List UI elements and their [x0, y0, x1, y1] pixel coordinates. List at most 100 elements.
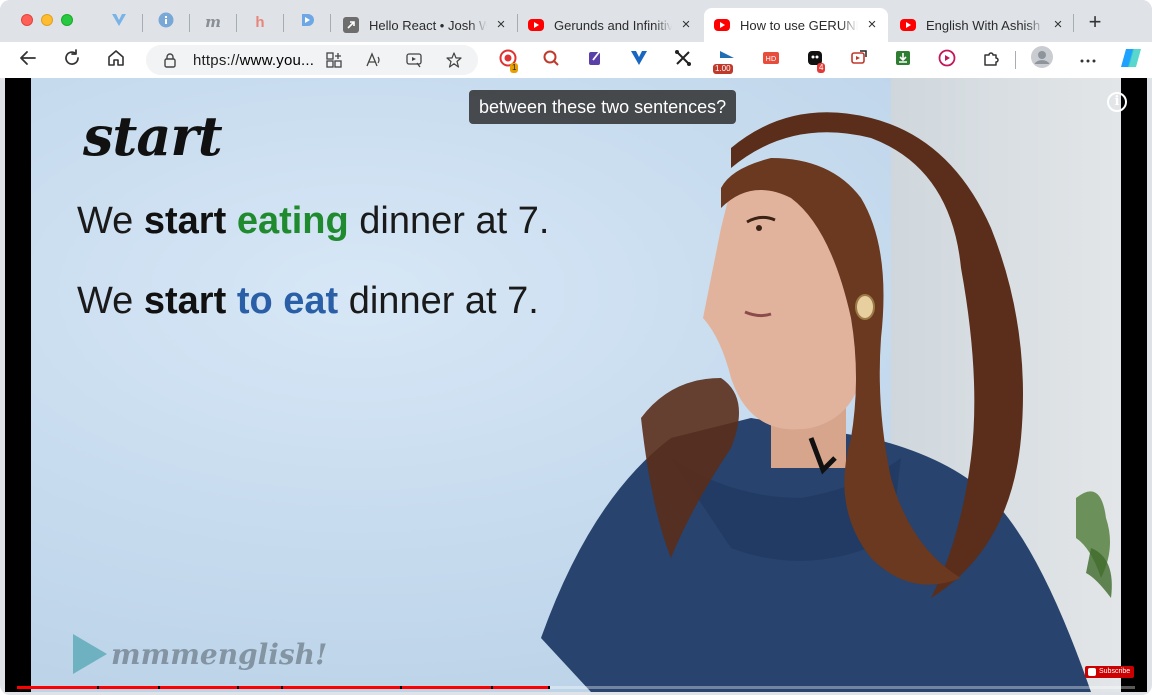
tab-english-with-ashish[interactable]: English With Ashish - × — [890, 8, 1074, 42]
close-window-button[interactable] — [21, 14, 33, 26]
closed-caption: between these two sentences? — [469, 90, 737, 124]
address-bar[interactable]: https://www.you... — [146, 45, 478, 75]
minimize-window-button[interactable] — [41, 14, 53, 26]
more-dots-icon — [1079, 51, 1097, 69]
download-icon — [894, 49, 912, 72]
tab-separator — [330, 14, 331, 32]
presenter-illustration — [541, 112, 1112, 692]
youtube-icon — [528, 17, 544, 33]
magnifier-icon — [542, 49, 560, 72]
new-tab-button[interactable]: + — [1085, 11, 1105, 33]
read-aloud-icon[interactable] — [366, 52, 382, 68]
pinned-tab-info[interactable] — [156, 12, 176, 32]
home-button[interactable] — [104, 48, 128, 72]
zoom-window-button[interactable] — [61, 14, 73, 26]
browser-window: m h Hello React • Josh W × Gerunds and I… — [0, 0, 1152, 695]
extension-badge: 4 — [817, 63, 826, 73]
copilot-button[interactable] — [1119, 48, 1143, 72]
playback-speed-badge: 1.00 — [713, 64, 733, 74]
play-triangle-icon — [73, 634, 107, 674]
toolbar-separator — [1015, 51, 1016, 69]
puzzle-piece-icon — [982, 49, 1000, 72]
reload-icon — [62, 48, 82, 73]
tab-separator — [236, 14, 237, 32]
sentence-rest: dinner at 7. — [348, 200, 550, 242]
chapter-marker — [97, 686, 100, 689]
sentence-verb: start — [143, 200, 227, 242]
apps-icon[interactable] — [326, 52, 342, 68]
lock-icon — [162, 52, 178, 68]
close-tab-icon[interactable]: × — [1050, 17, 1066, 33]
tab-separator — [283, 14, 284, 32]
reload-button[interactable] — [60, 48, 84, 72]
extension-counter[interactable]: 4 — [805, 50, 826, 73]
extensions-button[interactable] — [981, 50, 1001, 70]
tab-separator — [142, 14, 143, 32]
gerund-form: eating — [236, 200, 349, 242]
close-tab-icon[interactable]: × — [493, 17, 509, 33]
extension-speed[interactable]: 1.00 — [713, 50, 737, 74]
browser-toolbar: https://www.you... 1 1.00 HD 4 — [0, 42, 1152, 78]
back-button[interactable] — [16, 48, 40, 72]
example-sentence-gerund: We start eating dinner at 7. — [77, 200, 549, 243]
extension-record[interactable]: 1 — [498, 49, 519, 73]
picture-in-picture-icon — [850, 49, 868, 72]
close-tab-icon[interactable]: × — [864, 17, 880, 33]
extension-hd[interactable]: HD — [761, 50, 781, 70]
channel-watermark-logo: mmmenglish! — [73, 634, 327, 674]
tab-title: Gerunds and Infinitive — [554, 17, 672, 33]
favorite-star-icon[interactable] — [446, 52, 462, 68]
extension-badge: 1 — [510, 63, 519, 73]
close-tab-icon[interactable]: × — [678, 17, 694, 33]
pinned-tab-h[interactable]: h — [250, 12, 270, 32]
video-progress-bar[interactable] — [17, 686, 1135, 689]
sentence-verb: start — [143, 280, 227, 322]
svg-text:HD: HD — [766, 55, 777, 63]
pinned-tab-d[interactable] — [297, 12, 317, 32]
sentence-subject: We — [77, 200, 144, 242]
sentence-space — [226, 280, 237, 322]
media-icon[interactable] — [406, 52, 422, 68]
chapter-marker — [237, 686, 240, 689]
h-icon: h — [255, 13, 265, 31]
extension-vuetify[interactable] — [629, 50, 649, 70]
sentence-subject: We — [77, 280, 144, 322]
infinitive-form: to eat — [236, 280, 339, 322]
tab-hello-react[interactable]: Hello React • Josh W × — [333, 8, 517, 42]
chapter-marker — [400, 686, 403, 689]
url-text: https://www.you... — [193, 52, 315, 69]
video-info-button[interactable]: i — [1107, 92, 1127, 112]
chapter-marker — [491, 686, 494, 689]
example-sentence-infinitive: We start to eat dinner at 7. — [77, 280, 539, 323]
subscribe-watermark-button[interactable]: Subscribe — [1085, 666, 1135, 678]
cross-tools-icon — [674, 49, 692, 72]
profile-avatar[interactable] — [1031, 45, 1053, 70]
extension-tools[interactable] — [673, 49, 693, 72]
youtube-icon — [900, 17, 916, 33]
tab-separator — [189, 14, 190, 32]
link-arrow-icon — [343, 17, 359, 33]
vuetify-icon — [111, 12, 127, 32]
settings-more-button[interactable] — [1078, 50, 1098, 70]
extension-search[interactable] — [541, 50, 561, 70]
video-player[interactable]: start We start eating dinner at 7. We st… — [5, 78, 1147, 692]
tab-how-to-use-gerunds[interactable]: How to use GERUNDS × — [704, 8, 888, 42]
extension-note[interactable] — [585, 49, 605, 70]
watermark-text: mmmenglish! — [111, 637, 328, 671]
extension-player[interactable] — [937, 49, 957, 70]
pinned-tab-m[interactable]: m — [203, 12, 223, 32]
lesson-headword: start — [83, 104, 223, 168]
extension-pip[interactable] — [849, 49, 869, 72]
tab-separator — [1073, 14, 1074, 32]
youtube-icon — [714, 17, 730, 33]
arrow-left-icon — [18, 48, 38, 73]
tab-title: English With Ashish - — [926, 17, 1044, 33]
info-icon — [158, 12, 174, 32]
tab-gerunds-infinitives[interactable]: Gerunds and Infinitive × — [518, 8, 702, 42]
copilot-icon — [1119, 46, 1143, 75]
vuetify-icon — [630, 49, 648, 72]
pinned-tab-vuetify[interactable] — [109, 12, 129, 32]
extension-download[interactable] — [893, 50, 913, 70]
tab-title: How to use GERUNDS — [740, 17, 858, 33]
play-d-icon — [299, 12, 315, 32]
